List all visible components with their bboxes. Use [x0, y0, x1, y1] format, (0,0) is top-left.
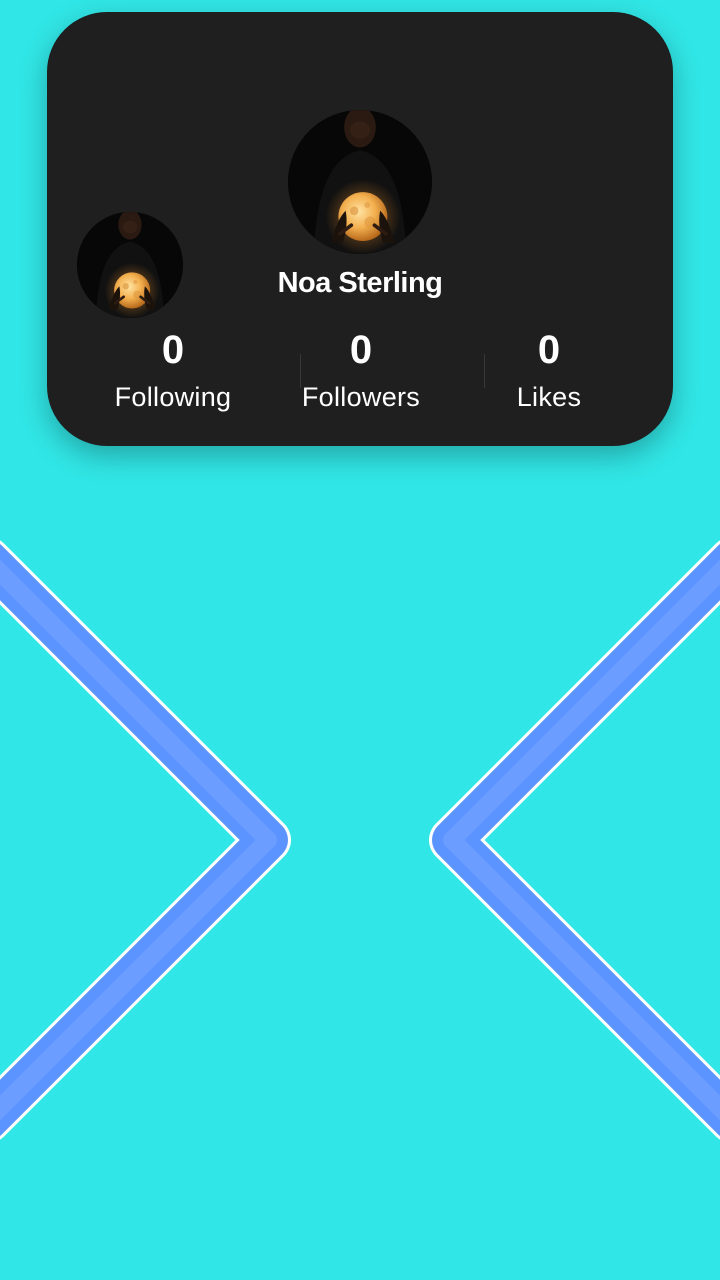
stat-divider	[484, 354, 485, 388]
next-button[interactable]	[420, 520, 720, 1160]
profile-stats: 0 Following 0 Followers 0 Likes	[79, 330, 643, 420]
stat-following[interactable]: 0 Following	[79, 330, 267, 420]
stat-followers-label: Followers	[301, 382, 421, 412]
stat-following-label: Following	[114, 382, 232, 412]
profile-card: Noa Sterling 0 Following 0 Followers 0 L…	[47, 12, 673, 446]
profile-avatar[interactable]	[288, 110, 432, 254]
stat-followers-value: 0	[349, 328, 373, 372]
stat-following-value: 0	[161, 328, 185, 372]
stat-followers[interactable]: 0 Followers	[267, 330, 455, 420]
profile-name: Noa Sterling	[277, 267, 443, 299]
chevron-right-icon	[429, 540, 720, 1140]
previous-button[interactable]	[0, 520, 300, 1160]
avatar-moon-hands-icon	[288, 110, 432, 254]
profile-avatar-small[interactable]	[77, 212, 183, 318]
avatar-moon-hands-icon	[77, 212, 183, 318]
chevron-left-icon	[0, 540, 291, 1140]
stat-divider	[300, 354, 301, 388]
